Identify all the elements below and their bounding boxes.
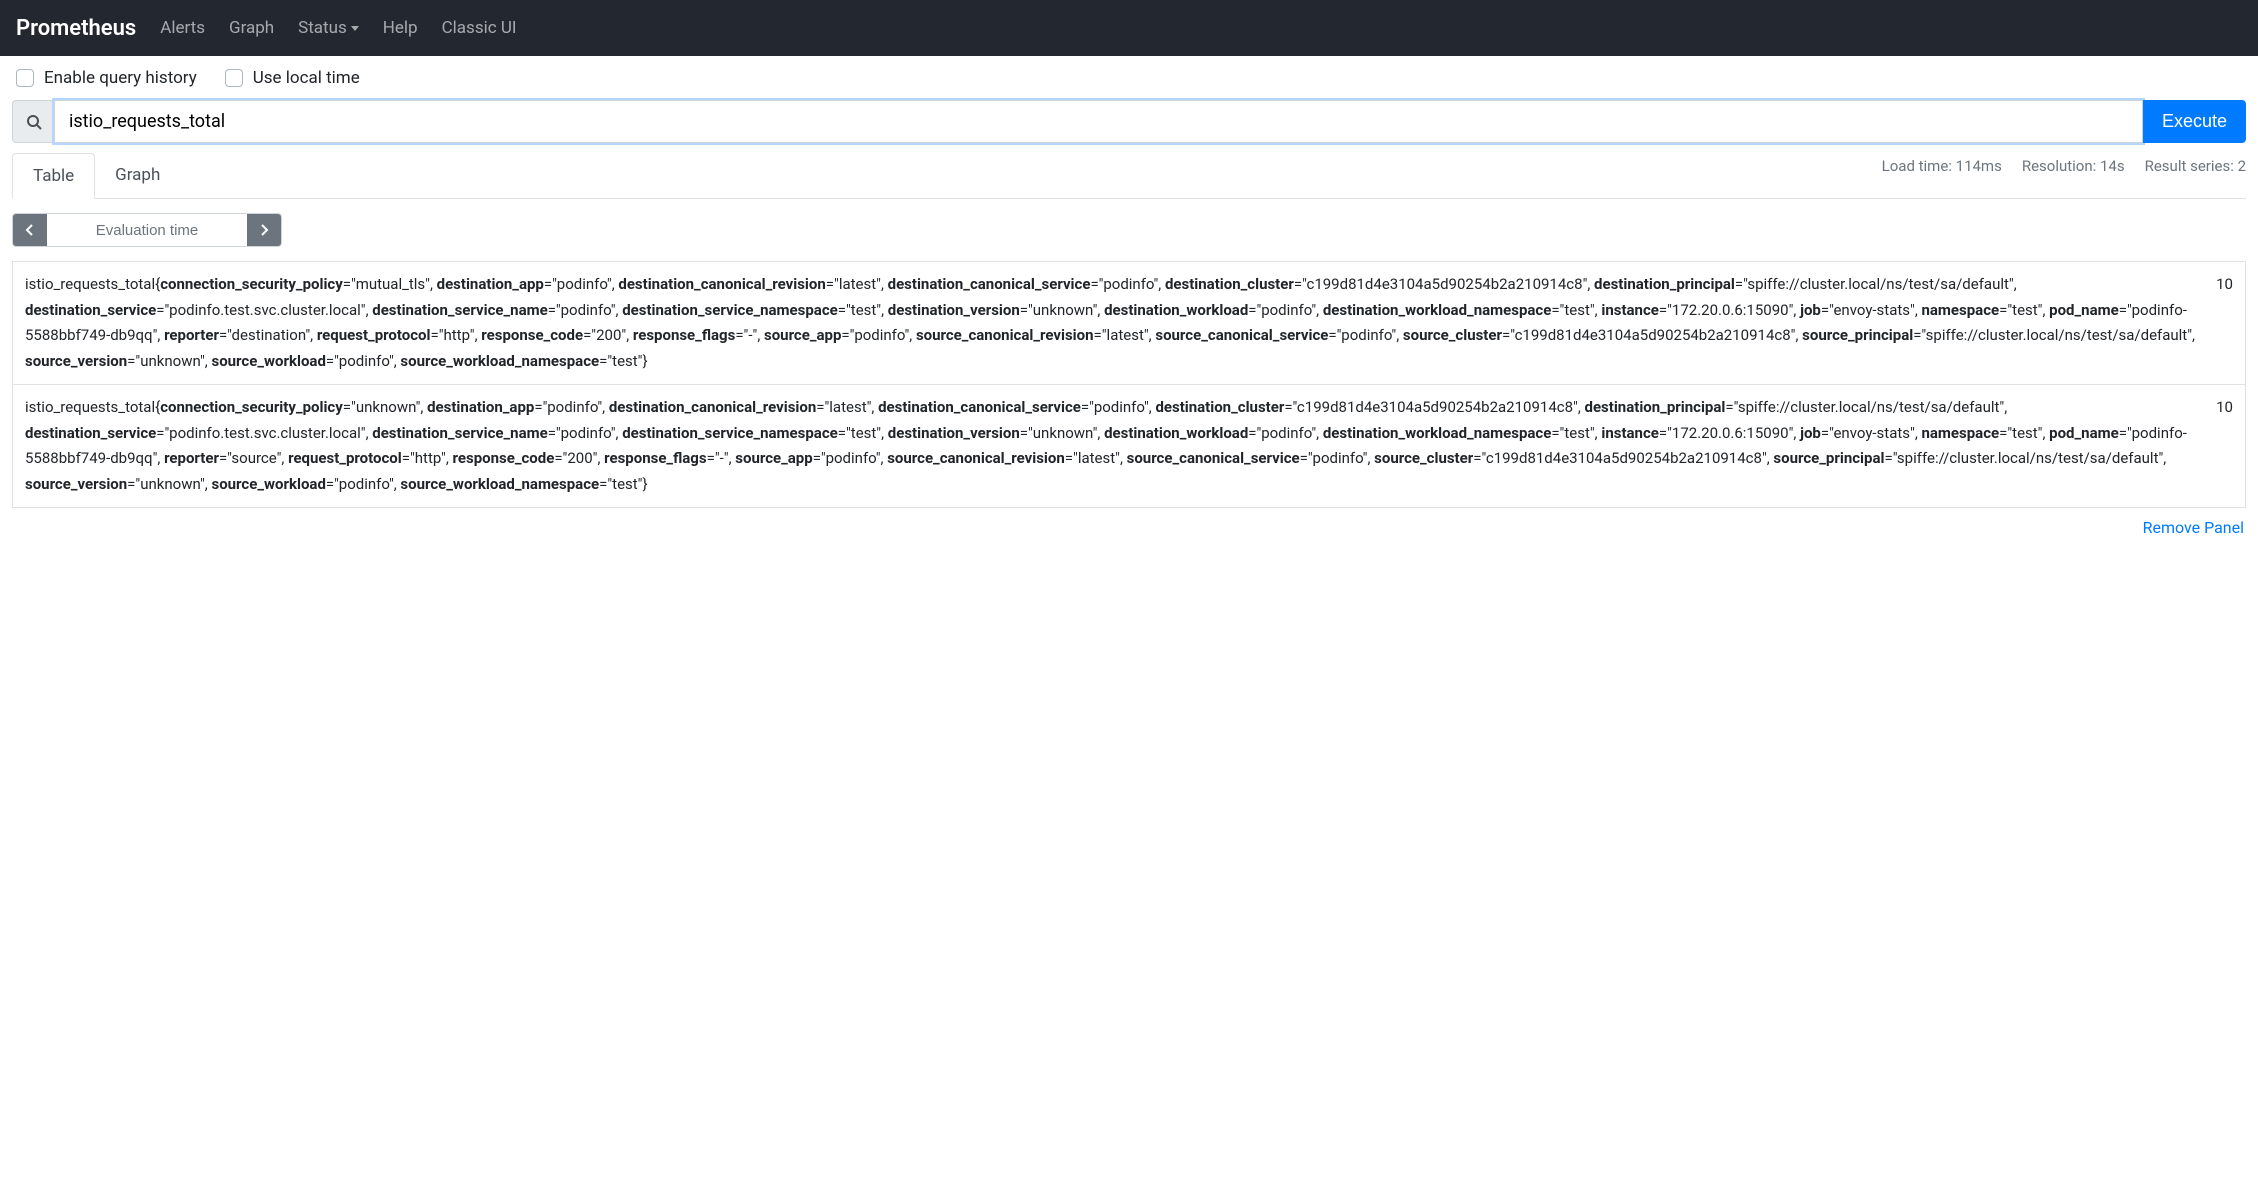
tab-graph[interactable]: Graph [95,153,180,198]
tabs-row: Table Graph Load time: 114ms Resolution:… [0,153,2258,199]
series-labels: istio_requests_total{connection_security… [25,272,2196,374]
nav-alerts[interactable]: Alerts [160,18,205,38]
evaluation-time-group [12,213,282,247]
execute-button[interactable]: Execute [2143,100,2246,143]
metrics-explorer-button[interactable] [12,100,54,143]
series-value: 10 [2196,272,2233,374]
options-row: Enable query history Use local time [0,56,2258,100]
nav-classic-ui[interactable]: Classic UI [442,18,517,38]
chevron-left-icon [25,224,35,236]
results-table: istio_requests_total{connection_security… [12,261,2246,508]
eval-next-button[interactable] [247,214,281,246]
nav-graph[interactable]: Graph [229,18,274,38]
brand[interactable]: Prometheus [16,16,136,41]
chevron-right-icon [259,224,269,236]
enable-query-history[interactable]: Enable query history [16,68,197,88]
tab-table[interactable]: Table [12,153,95,199]
remove-panel-row: Remove Panel [0,508,2258,547]
resolution: Resolution: 14s [2022,157,2125,175]
eval-prev-button[interactable] [13,214,47,246]
load-time: Load time: 114ms [1882,157,2002,175]
remove-panel-link[interactable]: Remove Panel [2143,518,2244,537]
checkbox-icon[interactable] [225,69,243,87]
query-row: Execute [0,100,2258,153]
navbar: Prometheus Alerts Graph Status Help Clas… [0,0,2258,56]
query-stats: Load time: 114ms Resolution: 14s Result … [1882,157,2246,175]
use-local-time[interactable]: Use local time [225,68,360,88]
nav-status[interactable]: Status [298,18,359,38]
checkbox-icon[interactable] [16,69,34,87]
series-value: 10 [2196,395,2233,497]
use-local-time-label: Use local time [253,68,360,88]
query-input[interactable] [54,100,2143,143]
enable-query-history-label: Enable query history [44,68,197,88]
series-labels: istio_requests_total{connection_security… [25,395,2196,497]
evaluation-time-input[interactable] [47,214,247,246]
evaluation-row [0,199,2258,261]
table-row[interactable]: istio_requests_total{connection_security… [13,385,2245,507]
nav-help[interactable]: Help [383,18,418,38]
search-icon [26,114,42,130]
result-series: Result series: 2 [2145,157,2246,175]
table-row[interactable]: istio_requests_total{connection_security… [13,262,2245,385]
